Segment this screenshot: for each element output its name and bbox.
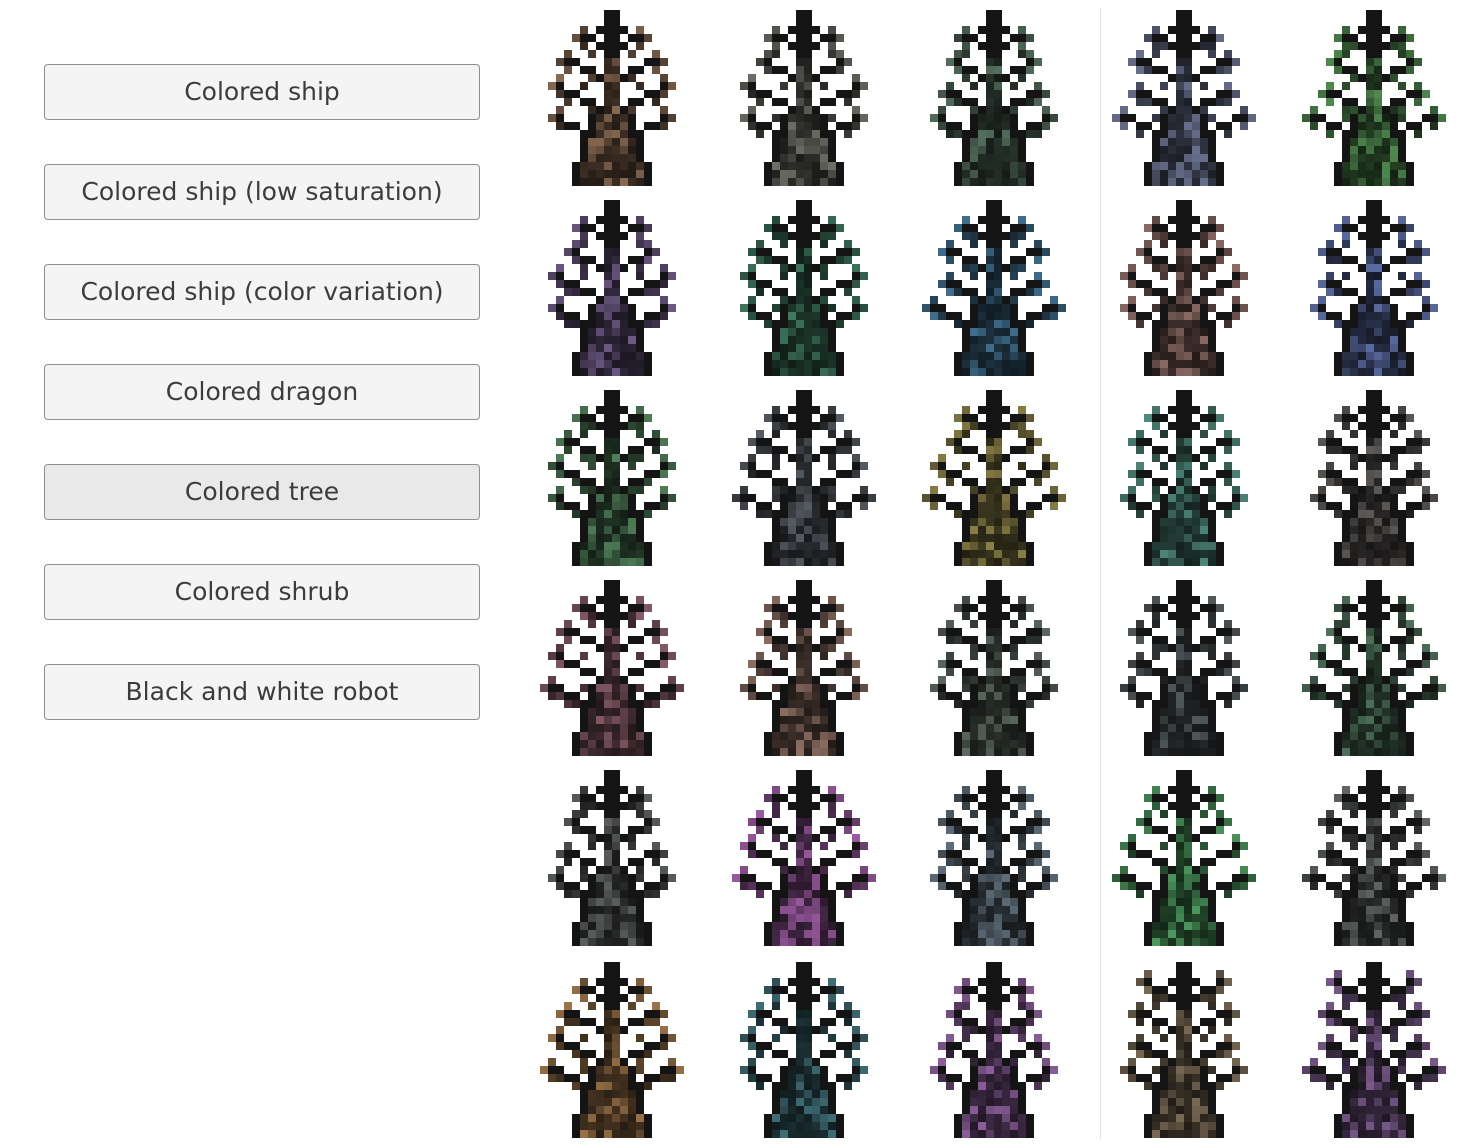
sprite-type-menu: Colored ship Colored ship (low saturatio… [44,64,480,764]
tree-sprite[interactable] [906,200,1082,376]
tree-sprite[interactable] [524,770,700,946]
tree-sprite-image [740,10,868,186]
colored-tree-button[interactable]: Colored tree [44,464,480,520]
tree-sprite[interactable] [716,10,892,186]
tree-sprite-image [1120,962,1248,1138]
tree-sprite-image [1302,10,1446,186]
tree-sprite-image [930,10,1058,186]
tree-sprite[interactable] [716,962,892,1138]
tree-sprite-image [1302,962,1446,1138]
tree-sprite-image [740,962,868,1138]
tree-sprite-image [930,770,1058,946]
tree-sprite[interactable] [1286,770,1462,946]
tree-sprite[interactable] [524,962,700,1138]
tree-sprite-image [1302,580,1446,756]
tree-sprite[interactable] [906,962,1082,1138]
colored-shrub-button[interactable]: Colored shrub [44,564,480,620]
colored-ship-low-saturation-button[interactable]: Colored ship (low saturation) [44,164,480,220]
tree-sprite[interactable] [524,200,700,376]
tree-sprite[interactable] [1286,580,1462,756]
tree-sprite-image [1120,580,1248,756]
tree-sprite-image [548,200,676,376]
sprite-grid [520,0,1472,1148]
tree-sprite[interactable] [1096,580,1272,756]
tree-sprite[interactable] [716,390,892,566]
tree-sprite-image [732,390,876,566]
tree-sprite-image [540,962,684,1138]
colored-ship-button[interactable]: Colored ship [44,64,480,120]
tree-sprite[interactable] [716,200,892,376]
tree-sprite-image [1302,770,1446,946]
tree-sprite[interactable] [1096,200,1272,376]
tree-sprite[interactable] [1286,390,1462,566]
tree-sprite-image [1310,390,1438,566]
tree-sprite[interactable] [1096,390,1272,566]
tree-sprite-image [1112,770,1256,946]
tree-sprite[interactable] [524,580,700,756]
tree-sprite-image [1112,10,1256,186]
tree-sprite[interactable] [1286,200,1462,376]
tree-sprite-image [930,962,1058,1138]
tree-sprite-image [1120,390,1248,566]
tree-sprite-image [922,390,1066,566]
black-and-white-robot-button[interactable]: Black and white robot [44,664,480,720]
tree-sprite-image [540,580,684,756]
tree-sprite[interactable] [906,10,1082,186]
tree-sprite-image [1310,200,1438,376]
tree-sprite-image [922,200,1066,376]
colored-ship-color-variation-button[interactable]: Colored ship (color variation) [44,264,480,320]
tree-sprite[interactable] [716,580,892,756]
tree-sprite[interactable] [524,390,700,566]
tree-sprite[interactable] [1286,10,1462,186]
tree-sprite[interactable] [906,580,1082,756]
tree-sprite-image [732,770,876,946]
tree-sprite[interactable] [716,770,892,946]
tree-sprite-image [548,390,676,566]
tree-sprite-image [1120,200,1248,376]
tree-sprite[interactable] [1096,770,1272,946]
tree-sprite-image [740,200,868,376]
tree-sprite-image [930,580,1058,756]
tree-sprite[interactable] [906,390,1082,566]
colored-dragon-button[interactable]: Colored dragon [44,364,480,420]
tree-sprite[interactable] [1096,962,1272,1138]
tree-sprite-image [548,10,676,186]
tree-sprite-image [740,580,868,756]
tree-sprite-image [548,770,676,946]
tree-sprite[interactable] [1286,962,1462,1138]
tree-sprite[interactable] [524,10,700,186]
tree-sprite[interactable] [906,770,1082,946]
tree-sprite[interactable] [1096,10,1272,186]
